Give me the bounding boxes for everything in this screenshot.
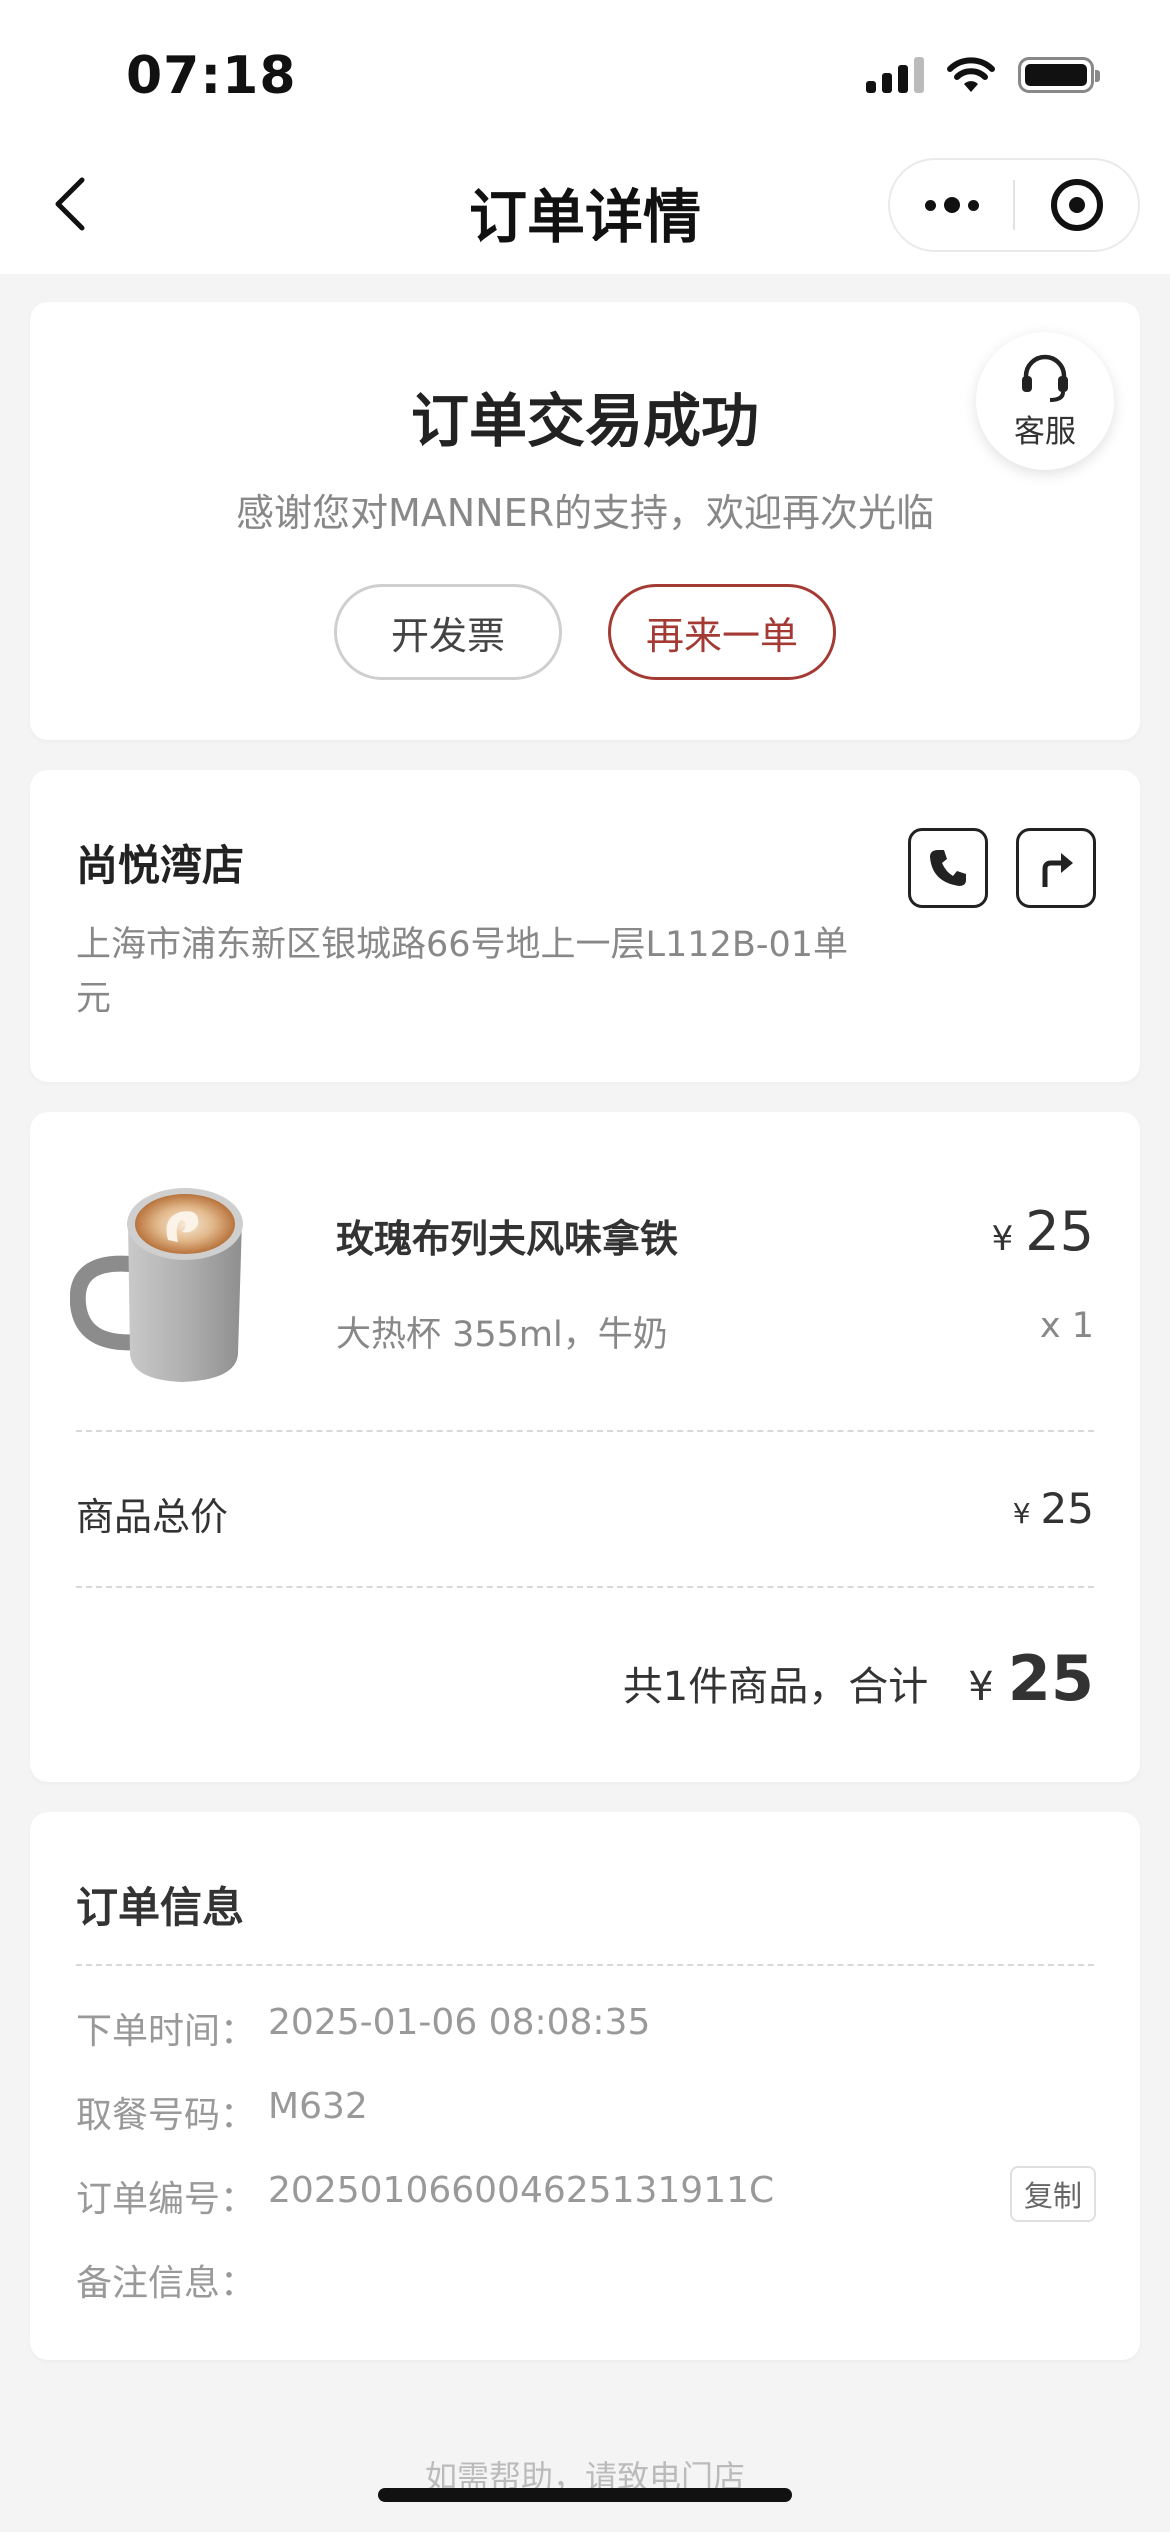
subtotal-label: 商品总价 [76, 1495, 229, 1539]
reorder-button[interactable]: 再来一单 [608, 584, 836, 680]
close-miniprogram-button[interactable] [1015, 160, 1138, 250]
order-time-value: 2025-01-06 08:08:35 [268, 2002, 651, 2043]
order-status-subtitle: 感谢您对MANNER的支持，欢迎再次光临 [235, 491, 935, 535]
pickup-code-value: M632 [268, 2086, 368, 2127]
product-price-value: 25 [1025, 1200, 1094, 1263]
customer-service-button[interactable]: 客服 [976, 332, 1114, 470]
store-address: 上海市浦东新区银城路66号地上一层L112B-01单元 [76, 925, 849, 1019]
product-name: 玫瑰布列夫风味拿铁 [336, 1217, 679, 1261]
order-info-card: 订单信息 下单时间： 2025-01-06 08:08:35 取餐号码： M63… [30, 1812, 1140, 2360]
subtotal-value: ¥ 25 [1013, 1484, 1094, 1533]
order-time-label: 下单时间： [76, 2011, 257, 2052]
pickup-code-row: 取餐号码： M632 [76, 2086, 368, 2138]
call-store-button[interactable] [908, 828, 988, 908]
more-button[interactable] [890, 160, 1013, 250]
status-time: 07:18 [126, 46, 297, 106]
miniprogram-capsule [888, 158, 1140, 252]
cellular-signal-icon [866, 57, 924, 93]
copy-order-number-button[interactable]: 复制 [1010, 2166, 1096, 2222]
order-info-title: 订单信息 [76, 1883, 245, 1932]
phone-icon [930, 850, 966, 886]
total-price: ¥ 25 [968, 1642, 1094, 1715]
customer-service-label: 客服 [1014, 413, 1076, 450]
subtotal-amount: 25 [1040, 1484, 1094, 1533]
more-dots-icon [924, 197, 979, 213]
latte-cup-image [70, 1188, 243, 1382]
product-quantity: x 1 [1039, 1306, 1094, 1346]
order-number-value: 20250106600462513191​1C [268, 2170, 775, 2211]
divider [76, 1964, 1094, 1966]
remark-label: 备注信息： [76, 2263, 257, 2304]
navigate-store-button[interactable] [1016, 828, 1096, 908]
status-bar: 07:18 [0, 0, 1170, 150]
total-count-label: 共1件商品，合计 [622, 1664, 929, 1710]
currency-symbol: ¥ [1012, 1497, 1031, 1530]
product-card: 玫瑰布列夫风味拿铁 大热杯 355ml，牛奶 ¥ 25 x 1 商品总价 ¥ 2… [30, 1112, 1140, 1782]
order-time-row: 下单时间： 2025-01-06 08:08:35 [76, 2002, 650, 2054]
status-icons [866, 56, 1100, 94]
total-row: 共1件商品，合计 ¥ 25 [623, 1642, 1094, 1715]
wifi-icon [947, 57, 995, 92]
store-name: 尚悦湾店 [76, 841, 245, 890]
currency-symbol: ¥ [968, 1664, 994, 1710]
invoice-button[interactable]: 开发票 [334, 584, 562, 680]
currency-symbol: ¥ [991, 1219, 1014, 1259]
order-status-title: 订单交易成功 [410, 387, 759, 455]
nav-bar: 订单详情 [0, 150, 1170, 274]
product-spec: 大热杯 355ml，牛奶 [336, 1315, 668, 1355]
product-price: ¥ 25 [992, 1200, 1094, 1263]
headset-icon [1022, 354, 1068, 402]
order-actions: 开发票 再来一单 [30, 584, 1140, 680]
home-indicator [378, 2488, 792, 2502]
directions-icon [1042, 853, 1073, 887]
order-status-card: 订单交易成功 感谢您对MANNER的支持，欢迎再次光临 客服 开发票 再来一单 [30, 302, 1140, 740]
battery-icon [1018, 57, 1100, 93]
order-number-label: 订单编号： [76, 2179, 257, 2220]
store-card: 尚悦湾店 上海市浦东新区银城路66号地上一层L112B-01单元 [30, 770, 1140, 1082]
total-amount: 25 [1007, 1642, 1094, 1715]
remark-row: 备注信息： [76, 2254, 268, 2306]
target-icon [1050, 179, 1103, 231]
pickup-code-label: 取餐号码： [76, 2095, 257, 2136]
order-number-row: 订单编号： 20250106600462513191​1C [76, 2170, 774, 2222]
divider [76, 1430, 1094, 1432]
divider [76, 1586, 1094, 1588]
